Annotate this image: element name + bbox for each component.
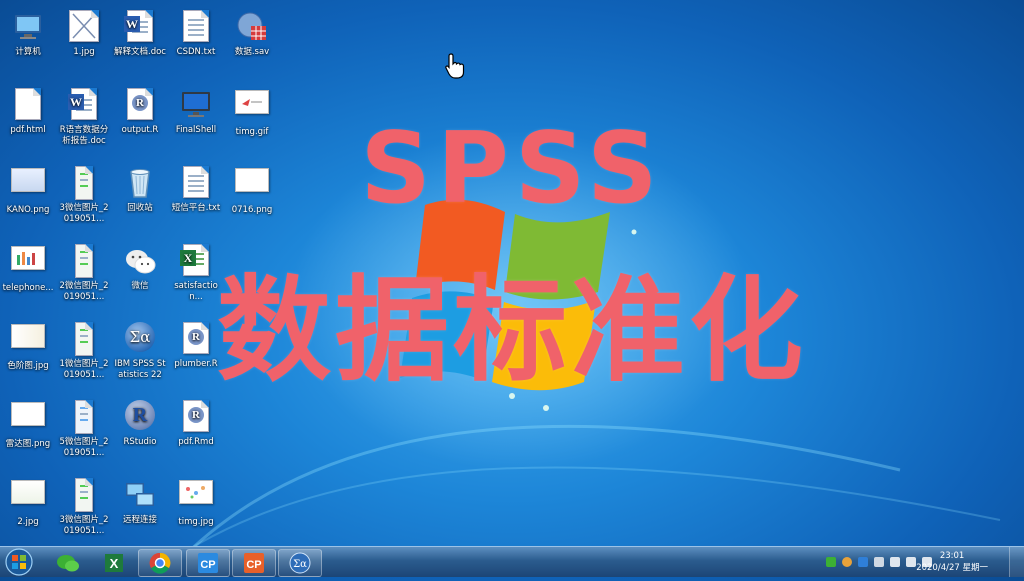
icon-label: 2.jpg: [17, 517, 39, 527]
clock[interactable]: 23:01 2020/4/27 星期一: [916, 550, 988, 574]
icon-label: 远程连接: [122, 515, 157, 525]
desktop-icon-file[interactable]: 3微信图片_2019051...: [56, 474, 112, 550]
icon-label: 雷达图.png: [5, 439, 51, 449]
rstudio-icon: R: [123, 400, 157, 434]
taskbar-wechat[interactable]: [46, 549, 90, 577]
desktop-icon-computer[interactable]: 计算机: [0, 6, 56, 82]
show-desktop-button[interactable]: [1009, 547, 1024, 577]
overlay-subtitle: 数据标准化: [216, 264, 807, 397]
word-file-icon: W: [123, 10, 157, 44]
rmd-file-icon: R: [179, 400, 213, 434]
icon-label: RStudio: [123, 437, 157, 447]
clock-time: 23:01: [939, 551, 965, 561]
desktop-icon-file[interactable]: W 解释文档.doc: [112, 6, 168, 82]
desktop-icon-file[interactable]: timg.jpg: [168, 474, 224, 550]
remote-desktop-icon: [123, 478, 157, 512]
icon-label: timg.jpg: [178, 517, 214, 527]
power-icon[interactable]: [890, 557, 900, 567]
system-tray: 23:01 2020/4/27 星期一: [814, 547, 1024, 577]
excel-icon: X: [105, 554, 123, 572]
usb-icon[interactable]: [874, 557, 884, 567]
svg-text:X: X: [110, 556, 119, 571]
word-badge-icon: W: [68, 94, 84, 110]
svg-text:Σα: Σα: [293, 559, 307, 570]
image-file-icon: [179, 480, 213, 514]
bluetooth-icon[interactable]: [858, 557, 868, 567]
spss-icon: Σα: [289, 552, 311, 574]
desktop-icon-file[interactable]: 雷达图.png: [0, 396, 56, 472]
icon-label: 解释文档.doc: [114, 47, 166, 57]
chrome-icon: [149, 552, 171, 574]
icon-label: 3微信图片_2019051...: [59, 515, 109, 536]
desktop-icon-file[interactable]: CSDN.txt: [168, 6, 224, 82]
cp-app-icon: CP: [244, 553, 264, 573]
icon-label: 1.jpg: [73, 47, 95, 57]
start-button[interactable]: [2, 547, 36, 577]
image-file-icon: [67, 10, 101, 44]
icon-label: pdf.Rmd: [178, 437, 214, 447]
taskbar-chrome[interactable]: [138, 549, 182, 577]
desktop-icon-rstudio[interactable]: R RStudio: [112, 396, 168, 472]
svg-text:CP: CP: [246, 559, 261, 571]
icon-label: CSDN.txt: [176, 47, 216, 57]
desktop-icon-file[interactable]: 数据.sav: [224, 6, 280, 82]
icon-label: 数据.sav: [234, 47, 270, 57]
text-file-icon: [179, 10, 213, 44]
wechat-tray-icon[interactable]: [826, 557, 836, 567]
cp-app-icon: CP: [198, 553, 218, 573]
spss-data-file-icon: [235, 10, 269, 44]
desktop-icon-file[interactable]: R pdf.Rmd: [168, 396, 224, 472]
image-file-icon: [11, 402, 45, 436]
taskbar-excel[interactable]: X: [92, 549, 136, 577]
svg-text:CP: CP: [200, 559, 215, 571]
word-badge-icon: W: [124, 16, 140, 32]
desktop-icon-remote[interactable]: 远程连接: [112, 474, 168, 550]
taskbar-spss[interactable]: Σα: [278, 549, 322, 577]
phone-screenshot-icon: [67, 400, 101, 434]
computer-icon: [11, 10, 45, 44]
desktop-icon-file[interactable]: 5微信图片_2019051...: [56, 396, 112, 472]
icon-label: 计算机: [15, 47, 41, 57]
app-tray-icon[interactable]: [842, 557, 852, 567]
taskbar: X CP CP Σα 23:01 2020/4/27 星期一: [0, 546, 1024, 577]
icon-label: 5微信图片_2019051...: [59, 437, 109, 458]
desktop-icon-file[interactable]: 1.jpg: [56, 6, 112, 82]
desktop-icon-file[interactable]: 2.jpg: [0, 474, 56, 550]
taskbar-cp-app[interactable]: CP: [186, 549, 230, 577]
hand-cursor-icon: [445, 53, 465, 79]
clock-date: 2020/4/27 星期一: [916, 563, 988, 573]
wechat-icon: [57, 555, 79, 572]
image-file-icon: [11, 480, 45, 514]
overlay-title: SPSS: [360, 112, 664, 226]
phone-screenshot-icon: [67, 478, 101, 512]
taskbar-cp-app[interactable]: CP: [232, 549, 276, 577]
network-icon[interactable]: [906, 557, 916, 567]
